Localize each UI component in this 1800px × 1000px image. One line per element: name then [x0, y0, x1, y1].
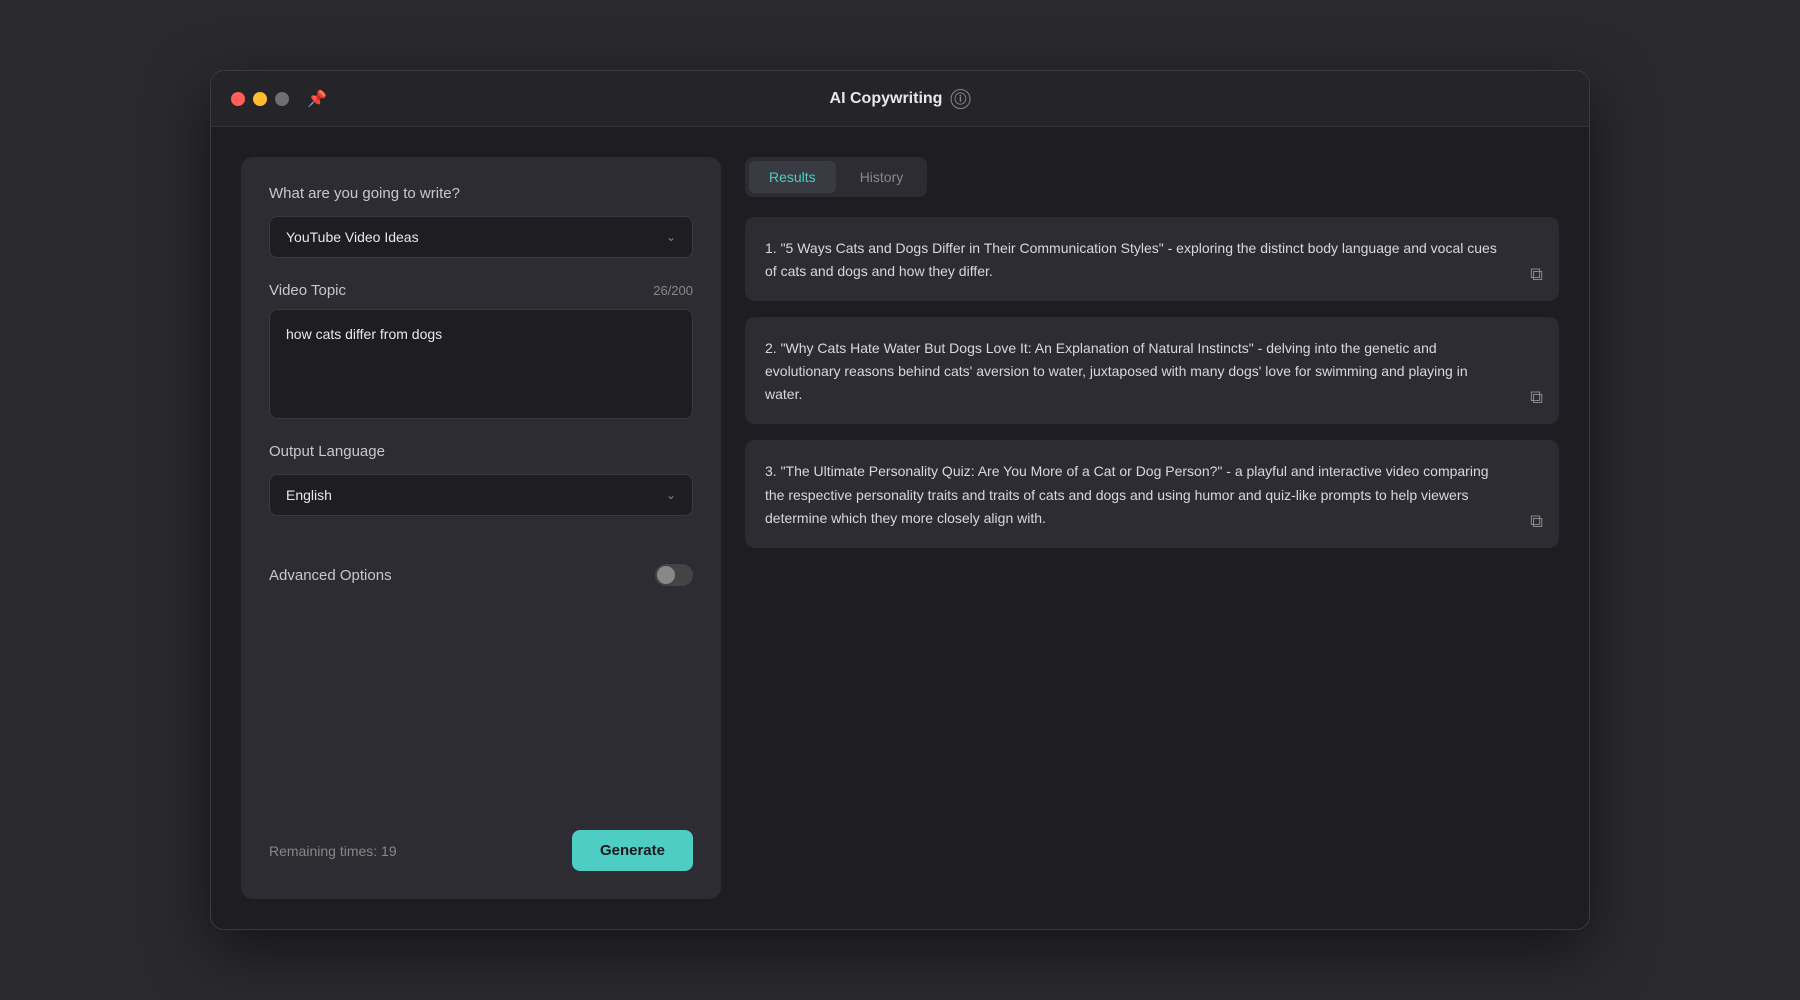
write-question-label: What are you going to write?: [269, 185, 693, 202]
tab-history[interactable]: History: [840, 161, 924, 193]
fullscreen-button[interactable]: [275, 92, 289, 106]
right-panel: Results History 1. "5 Ways Cats and Dogs…: [745, 157, 1559, 899]
app-window: 📌 AI Copywriting ⓘ What are you going to…: [210, 70, 1590, 930]
language-value: English: [286, 487, 332, 503]
output-language-dropdown[interactable]: English ⌄: [269, 474, 693, 516]
titlebar: 📌 AI Copywriting ⓘ: [211, 71, 1589, 127]
tab-results[interactable]: Results: [749, 161, 836, 193]
results-list: 1. "5 Ways Cats and Dogs Differ in Their…: [745, 217, 1559, 899]
title-area: AI Copywriting ⓘ: [830, 89, 971, 109]
video-topic-textarea[interactable]: [269, 309, 693, 419]
left-panel: What are you going to write? YouTube Vid…: [241, 157, 721, 899]
language-chevron: ⌄: [666, 488, 676, 502]
content-type-chevron: ⌄: [666, 230, 676, 244]
traffic-lights: 📌: [231, 89, 327, 109]
result-card-2: 2. "Why Cats Hate Water But Dogs Love It…: [745, 317, 1559, 424]
generate-button[interactable]: Generate: [572, 830, 693, 871]
info-icon[interactable]: ⓘ: [950, 89, 970, 109]
minimize-button[interactable]: [253, 92, 267, 106]
tabs-row: Results History: [745, 157, 927, 197]
result-card-3: 3. "The Ultimate Personality Quiz: Are Y…: [745, 440, 1559, 547]
result-text-1: 1. "5 Ways Cats and Dogs Differ in Their…: [765, 237, 1539, 283]
bottom-row: Remaining times: 19 Generate: [269, 810, 693, 871]
advanced-options-toggle[interactable]: [655, 564, 693, 586]
output-language-label: Output Language: [269, 443, 693, 460]
result-text-2: 2. "Why Cats Hate Water But Dogs Love It…: [765, 337, 1539, 406]
result-text-3: 3. "The Ultimate Personality Quiz: Are Y…: [765, 460, 1539, 529]
toggle-thumb: [657, 566, 675, 584]
copy-icon-1[interactable]: ⧉: [1530, 264, 1543, 285]
char-count: 26/200: [653, 283, 693, 298]
advanced-options-row: Advanced Options: [269, 564, 693, 586]
advanced-options-label: Advanced Options: [269, 567, 392, 584]
content-type-dropdown[interactable]: YouTube Video Ideas ⌄: [269, 216, 693, 258]
content-type-value: YouTube Video Ideas: [286, 229, 419, 245]
result-card-1: 1. "5 Ways Cats and Dogs Differ in Their…: [745, 217, 1559, 301]
pin-icon: 📌: [307, 89, 327, 109]
remaining-times: Remaining times: 19: [269, 843, 397, 859]
main-content: What are you going to write? YouTube Vid…: [211, 127, 1589, 929]
video-topic-header: Video Topic 26/200: [269, 282, 693, 299]
video-topic-label: Video Topic: [269, 282, 346, 299]
copy-icon-3[interactable]: ⧉: [1530, 511, 1543, 532]
close-button[interactable]: [231, 92, 245, 106]
copy-icon-2[interactable]: ⧉: [1530, 387, 1543, 408]
app-title: AI Copywriting: [830, 90, 943, 108]
